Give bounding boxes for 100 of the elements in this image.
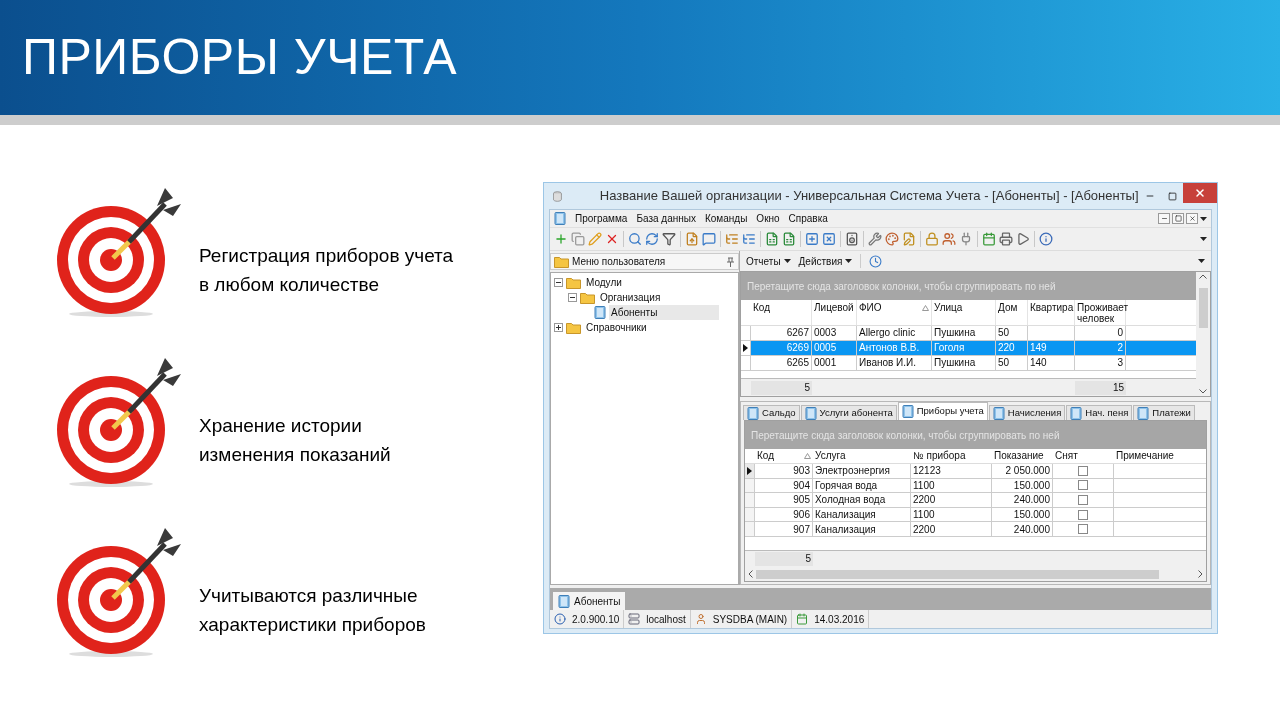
lock-icon[interactable] [925,232,939,246]
print-icon[interactable] [999,232,1013,246]
tree-item[interactable]: Организация [598,290,663,305]
close-button[interactable] [1183,183,1217,203]
menu-item[interactable]: Программа [575,211,628,226]
scroll-right-icon[interactable] [1198,570,1203,578]
overflow-caret-icon[interactable] [1200,216,1207,221]
caret-icon[interactable] [845,259,853,263]
note-icon[interactable] [902,232,916,246]
table-cell: 6267 [751,326,812,340]
tab[interactable]: Приборы учета [897,402,988,420]
spreadsheet-icon[interactable] [765,232,779,246]
filter-icon[interactable] [662,232,676,246]
tree-item[interactable]: Модули [584,275,624,290]
checkbox[interactable] [1078,509,1088,520]
caret-icon[interactable] [783,259,791,263]
scroll-up-icon[interactable] [1199,274,1207,279]
calendar-icon[interactable] [982,232,996,246]
search-icon[interactable] [628,232,642,246]
tab[interactable]: Начисления [988,405,1066,420]
collapse-icon[interactable] [568,293,577,302]
checkbox[interactable] [1078,495,1088,505]
window-add-icon[interactable] [805,232,819,246]
column-header[interactable]: № прибора [911,449,992,463]
plug-icon[interactable] [959,232,973,246]
column-header[interactable]: Код [751,300,812,325]
mdi-close-button[interactable] [1186,213,1198,224]
column-header[interactable]: Показание [992,449,1053,463]
add-icon[interactable] [554,232,568,246]
play-icon[interactable] [1016,232,1030,246]
spreadsheet-icon[interactable] [782,232,796,246]
menu-item[interactable]: База данных [636,211,696,226]
horizontal-scrollbar[interactable] [745,567,1206,581]
comment-icon[interactable] [702,232,716,246]
settings-icon[interactable] [868,232,882,246]
dropdown-button[interactable]: Действия [798,253,853,269]
notebook-icon [992,406,1005,420]
table-cell: 50 [996,326,1028,340]
table-cell: 2200 [913,493,936,507]
feature-text: Учитываются различные характеристики приборов [199,584,426,637]
overflow-caret-icon[interactable] [1198,259,1205,263]
scroll-left-icon[interactable] [748,570,753,578]
table-cell: 1100 [913,478,935,492]
column-header[interactable]: Квартира [1028,300,1075,325]
column-header[interactable]: Лицевой [812,300,857,325]
mdi-minimize-button[interactable] [1158,213,1170,224]
tab[interactable]: Платежи [1133,405,1195,420]
tab[interactable]: Нач. пеня [1066,405,1133,420]
dropdown-button[interactable]: Отчеты [746,253,791,269]
tree-item[interactable]: Справочники [584,320,649,335]
row-indicator[interactable] [745,464,755,478]
column-header[interactable]: Код [755,449,813,463]
menu-item[interactable]: Окно [756,211,780,226]
table-cell: Антонов В.В. [857,341,932,355]
column-header[interactable]: Услуга [813,449,911,463]
document-icon[interactable] [685,232,699,246]
table-cell: 2200 [913,522,936,536]
users-icon[interactable] [942,232,956,246]
expand-icon[interactable] [554,323,563,332]
column-header[interactable]: Примечание [1114,449,1208,463]
document-tab[interactable]: Абоненты [553,592,626,610]
vertical-scrollbar[interactable] [1196,272,1210,396]
table-cell: 140 [1028,356,1075,370]
info-icon[interactable] [1039,232,1053,246]
refresh-icon[interactable] [645,232,659,246]
tab[interactable]: Услуги абонента [800,405,897,420]
checkbox[interactable] [1078,465,1088,476]
copy-icon[interactable] [571,232,585,246]
tree-item[interactable]: Абоненты [609,305,719,320]
tree-icon[interactable] [725,232,739,246]
tree-icon[interactable] [742,232,756,246]
edit-icon[interactable] [588,232,602,246]
collapse-icon[interactable] [554,278,563,287]
checkbox[interactable] [1078,524,1088,535]
window-close-icon[interactable] [822,232,836,246]
clock-icon[interactable] [869,254,883,268]
checkbox[interactable] [1078,480,1088,491]
column-header[interactable]: ФИО [857,300,932,325]
palette-icon[interactable] [885,232,899,246]
mdi-restore-button[interactable] [1172,213,1184,224]
column-header[interactable]: Снят [1053,449,1114,463]
scroll-thumb[interactable] [1198,288,1208,328]
status-text: 14.03.2016 [814,612,865,627]
column-header[interactable]: Проживает человек [1075,300,1126,325]
delete-icon[interactable] [605,232,619,246]
tab[interactable]: Сальдо [743,405,800,420]
scroll-down-icon[interactable] [1199,389,1207,394]
table-cell: Иванов И.И. [857,356,932,370]
column-header[interactable]: Дом [996,300,1028,325]
maximize-icon [1167,191,1177,201]
notebook-icon [747,406,759,420]
table-row[interactable]: 6265 0001 Иванов И.И. Пушкина 50 140 3 [741,356,1196,371]
pin-icon[interactable] [726,256,735,267]
table-cell: 240.000 [1013,493,1050,507]
overflow-caret-icon[interactable] [1200,237,1207,241]
menu-item[interactable]: Команды [705,211,748,226]
speaker-icon[interactable] [845,232,859,246]
menu-item[interactable]: Справка [788,211,828,226]
column-header[interactable]: Улица [932,300,996,325]
table-cell: 6269 [751,341,812,355]
